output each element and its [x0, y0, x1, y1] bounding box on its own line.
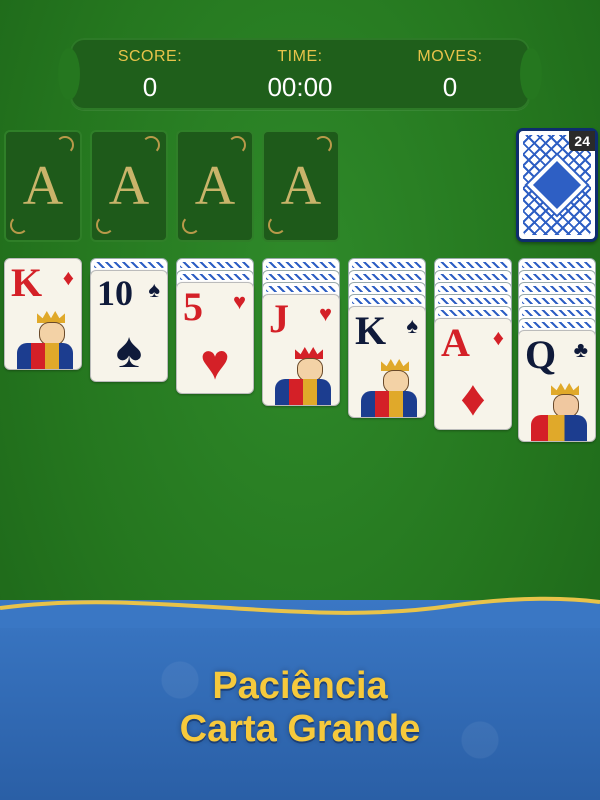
stock-count-badge: 24 [569, 131, 595, 151]
tableau-card[interactable]: Q ♣ [518, 330, 596, 442]
jack-figure-icon [273, 347, 333, 405]
diamond-suit-icon: ♦ [62, 265, 74, 290]
banner-wave-divider [0, 596, 600, 628]
king-figure-icon [359, 359, 419, 417]
card-rank: J [269, 296, 289, 341]
score-label: SCORE: [117, 48, 183, 65]
score-bar: SCORE: 0 TIME: 00:00 MOVES: 0 [58, 38, 542, 110]
card-rank: 10 [97, 273, 133, 313]
flourish-icon [56, 136, 74, 154]
heart-suit-icon: ♥ [232, 289, 246, 314]
club-suit-icon: ♣ [573, 337, 588, 362]
foundation-placeholder: A [22, 155, 64, 217]
flourish-icon [142, 136, 160, 154]
foundation-slot-1[interactable]: A [4, 130, 82, 242]
score-value: 0 [142, 72, 158, 102]
flourish-icon [314, 136, 332, 154]
moves-stat: MOVES: 0 [380, 48, 520, 103]
tableau-card[interactable]: J ♥ [262, 294, 340, 406]
foundation-placeholder: A [108, 155, 150, 217]
foundation-slot-3[interactable]: A [176, 130, 254, 242]
card-rank: A [441, 320, 470, 365]
foundation-placeholder: A [280, 155, 322, 217]
spade-suit-icon: ♠ [148, 277, 160, 302]
card-rank: K [355, 308, 387, 353]
flourish-icon [268, 216, 286, 234]
foundation-slot-2[interactable]: A [90, 130, 168, 242]
promo-title-line2: Carta Grande [179, 708, 421, 750]
moves-value: 0 [442, 72, 458, 102]
tableau-card[interactable]: 5 ♥ ♥ [176, 282, 254, 394]
diamond-suit-icon: ♦ [492, 325, 504, 350]
flourish-icon [96, 216, 114, 234]
diamond-suit-icon: ♦ [460, 370, 486, 426]
card-back-diamond-icon [527, 155, 587, 215]
tableau-card[interactable]: 10 ♠ ♠ [90, 270, 168, 382]
time-stat: TIME: 00:00 [230, 48, 370, 103]
time-label: TIME: [277, 48, 323, 65]
spade-suit-icon: ♠ [406, 313, 418, 338]
foundation-placeholder: A [194, 155, 236, 217]
tableau-card[interactable]: A ♦ ♦ [434, 318, 512, 430]
promo-title-line1: Paciência [212, 665, 388, 707]
king-figure-icon [15, 311, 75, 369]
card-rank: 5 [183, 284, 203, 329]
card-rank: K [11, 260, 43, 305]
card-rank: Q [525, 332, 557, 377]
heart-suit-icon: ♥ [200, 334, 230, 390]
stock-pile[interactable]: 24 [516, 128, 598, 242]
flourish-icon [10, 216, 28, 234]
flourish-icon [182, 216, 200, 234]
score-stat: SCORE: 0 [80, 48, 220, 103]
tableau-card[interactable]: K ♠ [348, 306, 426, 418]
tableau-card[interactable]: K ♦ [4, 258, 82, 370]
foundation-slot-4[interactable]: A [262, 130, 340, 242]
flourish-icon [228, 136, 246, 154]
moves-label: MOVES: [417, 48, 483, 65]
heart-suit-icon: ♥ [318, 301, 332, 326]
queen-figure-icon [529, 383, 589, 441]
time-value: 00:00 [267, 72, 333, 102]
spade-suit-icon: ♠ [115, 322, 143, 378]
